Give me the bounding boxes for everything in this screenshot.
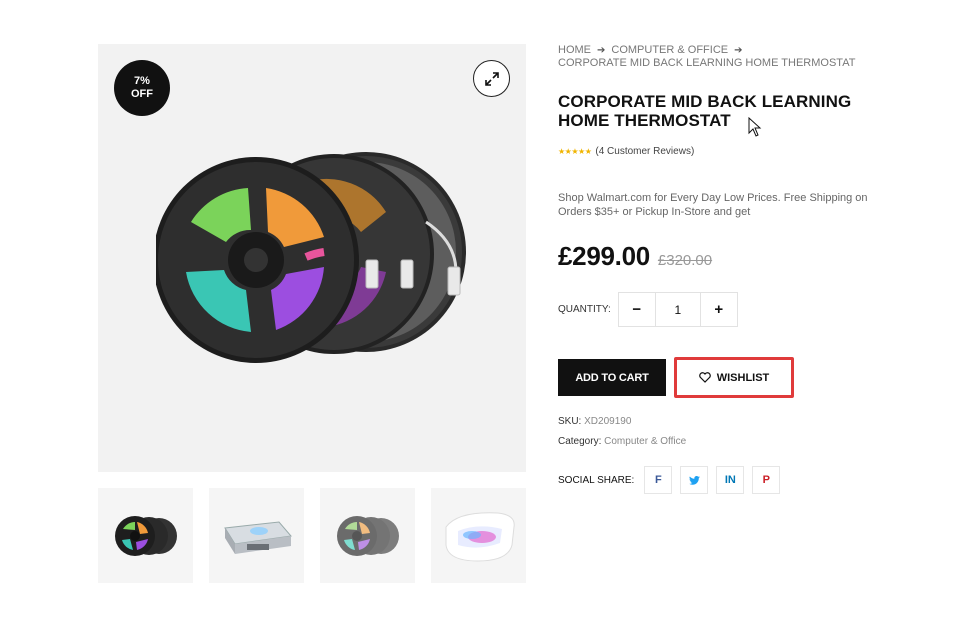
quantity-decrease-button[interactable]: − xyxy=(618,293,655,326)
quantity-row: QUANTITY: − 1 + xyxy=(558,292,888,327)
facebook-share-button[interactable]: f xyxy=(644,466,673,494)
arrow-right-icon: ➔ xyxy=(734,45,743,56)
thumbnail-led-strip[interactable] xyxy=(98,488,193,583)
breadcrumb-category[interactable]: COMPUTER & OFFICE xyxy=(611,44,728,56)
product-title: CORPORATE MID BACK LEARNING HOME THERMOS… xyxy=(558,92,852,130)
sku-value: XD209190 xyxy=(584,416,632,427)
mouse-cursor-icon xyxy=(748,117,762,137)
original-price: £320.00 xyxy=(657,252,713,269)
led-strip-alt-thumbnail-image xyxy=(336,515,399,556)
wishlist-button[interactable]: WISHLIST xyxy=(674,357,794,398)
heart-icon xyxy=(698,372,711,383)
main-product-image[interactable]: 7% OFF xyxy=(98,44,526,472)
thumbnail-uv-sterilizer[interactable] xyxy=(431,488,526,583)
add-to-cart-button[interactable]: ADD TO CART xyxy=(558,359,666,396)
linkedin-share-button[interactable]: in xyxy=(716,466,745,494)
social-share-label: SOCIAL SHARE: xyxy=(558,474,635,486)
product-info: HOME ➔ COMPUTER & OFFICE ➔ CORPORATE MID BA… xyxy=(558,44,888,494)
review-count-link[interactable]: (4 Customer Reviews) xyxy=(595,146,694,157)
thumbnail-wireless-charger[interactable] xyxy=(209,488,304,583)
price-row: £299.00 £320.00 xyxy=(558,241,888,272)
category-link[interactable]: Computer & Office xyxy=(604,436,686,447)
category-row: Category: Computer & Office xyxy=(558,432,888,452)
product-description: Shop Walmart.com for Every Day Low Price… xyxy=(558,192,868,218)
sale-badge-percent: 7% xyxy=(134,75,150,87)
led-strip-reels-image xyxy=(156,152,466,363)
purchase-actions: ADD TO CART WISHLIST xyxy=(558,357,888,398)
star-rating-icon: ★★★★★ xyxy=(558,147,592,156)
wishlist-label: WISHLIST xyxy=(716,371,770,384)
sale-badge-off: OFF xyxy=(131,88,153,100)
thumbnail-gallery xyxy=(98,488,526,583)
category-label: Category: xyxy=(558,436,602,447)
pinterest-share-button[interactable]: p xyxy=(752,466,781,494)
uv-sterilizer-thumbnail-image xyxy=(445,511,515,562)
breadcrumb: HOME ➔ COMPUTER & OFFICE ➔ CORPORATE MID BA… xyxy=(558,44,888,70)
breadcrumb-current: CORPORATE MID BACK LEARNING HOME THERMOS… xyxy=(558,57,856,69)
sale-badge: 7% OFF xyxy=(114,60,170,116)
quantity-stepper: − 1 + xyxy=(617,292,738,327)
pinterest-icon: p xyxy=(762,474,770,486)
product-meta: SKU: XD209190 Category: Computer & Offic… xyxy=(558,412,888,452)
current-price: £299.00 xyxy=(558,241,650,271)
arrow-right-icon: ➔ xyxy=(597,45,606,56)
wireless-charger-thumbnail-image xyxy=(223,520,292,554)
twitter-share-button[interactable] xyxy=(680,466,709,494)
sku-label: SKU: xyxy=(558,416,582,427)
twitter-icon xyxy=(688,475,700,485)
zoom-button[interactable] xyxy=(473,60,510,97)
quantity-label: QUANTITY: xyxy=(558,304,611,315)
sku-row: SKU: XD209190 xyxy=(558,412,888,432)
linkedin-icon: in xyxy=(724,474,736,486)
breadcrumb-home[interactable]: HOME xyxy=(558,44,591,56)
thumbnail-led-strip-alt[interactable] xyxy=(320,488,415,583)
rating: ★★★★★ (4 Customer Reviews) xyxy=(558,146,888,157)
quantity-input[interactable]: 1 xyxy=(654,293,701,326)
quantity-increase-button[interactable]: + xyxy=(700,293,737,326)
facebook-icon: f xyxy=(654,474,662,486)
expand-icon xyxy=(484,71,499,86)
led-strip-thumbnail-image xyxy=(114,515,177,556)
social-share: SOCIAL SHARE: f in p xyxy=(558,466,888,494)
